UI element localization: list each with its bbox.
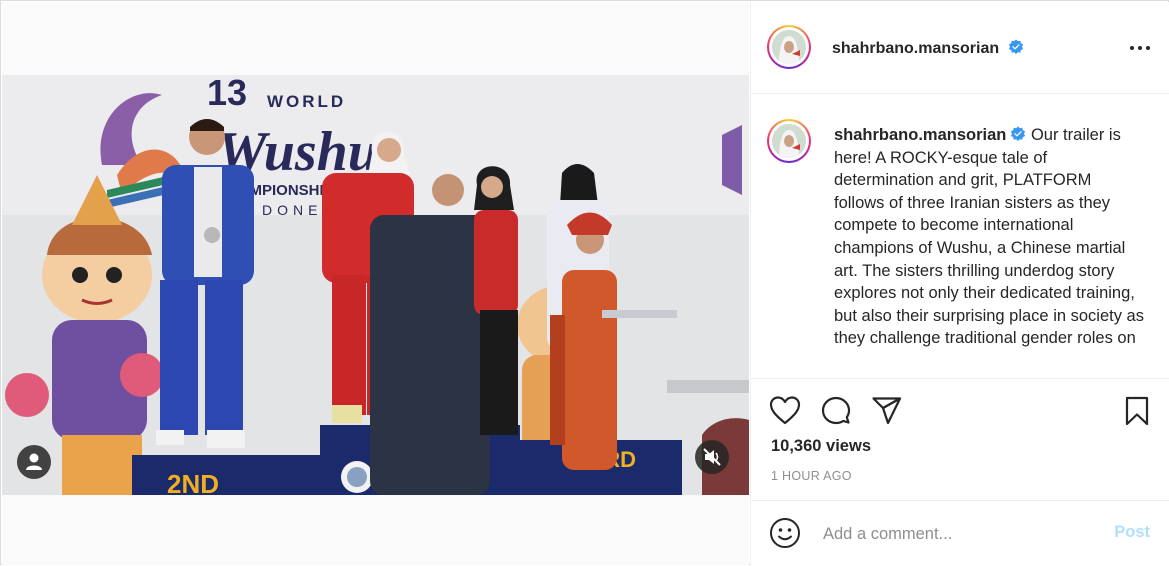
more-options-button[interactable] (1128, 38, 1152, 58)
like-button[interactable] (769, 395, 801, 430)
emoji-button[interactable] (769, 517, 801, 554)
post-header: shahrbano.mansorian (751, 2, 1169, 94)
more-options-icon (1130, 46, 1150, 50)
caption-text: shahrbano.mansorian Our trailer is here!… (834, 124, 1146, 350)
post-comment-button[interactable]: Post (1114, 523, 1150, 542)
comment-bar: Post (751, 500, 1169, 566)
mute-toggle-button[interactable] (695, 440, 729, 474)
comment-button[interactable] (820, 395, 852, 432)
post-timestamp[interactable]: 1 HOUR AGO (771, 469, 852, 483)
verified-badge-icon (1011, 126, 1026, 142)
avatar[interactable] (767, 25, 811, 69)
sign-13: 13 (207, 75, 247, 113)
sign-world: WORLD (267, 92, 346, 111)
user-tag-icon (26, 453, 42, 470)
muted-audio-icon (703, 448, 721, 466)
caption-username[interactable]: shahrbano.mansorian (834, 126, 1006, 144)
video-frame: 13 WORLD Wushu CHAMPIONSHIPS DONESIA 2ND (2, 75, 749, 495)
user-tag-button[interactable] (17, 445, 51, 479)
caption-body: Our trailer is here! A ROCKY-esque tale … (834, 126, 1144, 348)
verified-badge-icon (1008, 39, 1023, 55)
post-sidebar: shahrbano.mansorian shahrbano.mansorian … (750, 2, 1169, 565)
heart-icon (769, 396, 801, 425)
podium-2nd: 2ND (167, 469, 219, 495)
post-actions: 10,360 views 1 HOUR AGO (751, 378, 1169, 499)
comment-icon (821, 396, 851, 425)
save-button[interactable] (1123, 395, 1151, 432)
header-username[interactable]: shahrbano.mansorian (832, 39, 1024, 58)
share-icon (872, 397, 902, 425)
post-modal: 13 WORLD Wushu CHAMPIONSHIPS DONESIA 2ND (0, 0, 1169, 565)
emoji-icon (770, 518, 800, 548)
caption-avatar-photo (772, 124, 806, 158)
post-video[interactable]: 13 WORLD Wushu CHAMPIONSHIPS DONESIA 2ND (2, 75, 749, 495)
caption-avatar[interactable] (767, 119, 811, 163)
comment-input[interactable] (821, 521, 1095, 547)
avatar-photo (772, 30, 806, 64)
bookmark-icon (1125, 396, 1149, 426)
share-button[interactable] (871, 396, 903, 431)
caption-section: shahrbano.mansorian Our trailer is here!… (751, 94, 1169, 378)
header-username-text[interactable]: shahrbano.mansorian (832, 40, 999, 57)
view-count[interactable]: 10,360 views (771, 437, 871, 456)
